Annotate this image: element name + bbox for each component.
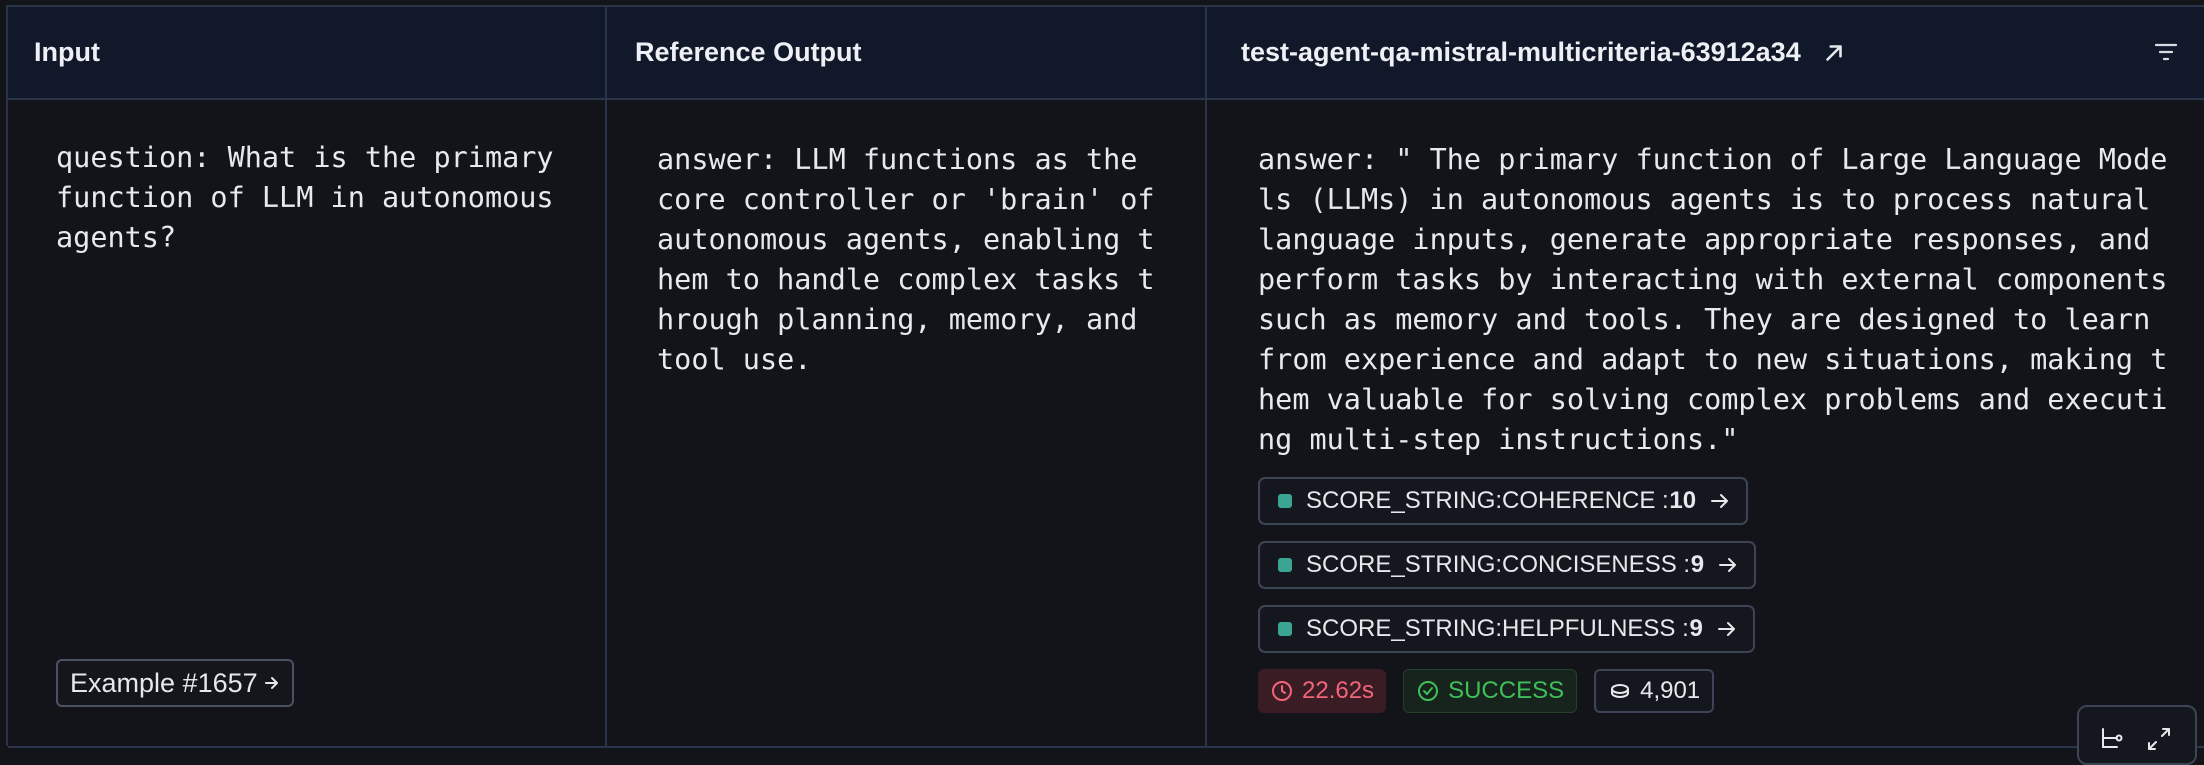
tree-icon[interactable]	[2097, 725, 2125, 753]
example-label: Example #1657	[70, 667, 258, 698]
score-status-dot	[1278, 494, 1292, 508]
score-value: 9	[1689, 615, 1703, 642]
column-header-run[interactable]: test-agent-qa-mistral-multicriteria-6391…	[1241, 7, 1847, 98]
score-pill-helpfulness[interactable]: SCORE_STRING:HELPFULNESS : 9	[1258, 605, 1755, 653]
arrow-right-icon	[1719, 558, 1737, 572]
score-status-dot	[1278, 558, 1292, 572]
score-status-dot	[1278, 622, 1292, 636]
input-cell-text: question: What is the primary function o…	[56, 141, 554, 254]
score-name: SCORE_STRING:HELPFULNESS :	[1306, 615, 1696, 642]
token-count-value: 4,901	[1640, 677, 1701, 704]
run-metadata: 22.62s SUCCESS 4,901	[1258, 669, 1715, 713]
status-value: SUCCESS	[1448, 677, 1565, 704]
latency-value: 22.62s	[1302, 677, 1375, 704]
reference-output-cell-text: answer: LLM functions as the core contro…	[657, 143, 1155, 376]
column-divider	[1205, 7, 1207, 748]
score-value: 9	[1690, 551, 1705, 578]
score-value: 10	[1669, 487, 1697, 514]
clock-icon	[1272, 681, 1292, 701]
row-divider	[8, 746, 2204, 748]
score-label: SCORE_STRING:HELPFULNESS : 9	[1306, 615, 1703, 643]
arrow-right-icon	[1717, 622, 1735, 636]
arrow-up-right-icon[interactable]	[1821, 40, 1847, 66]
score-pill-conciseness[interactable]: SCORE_STRING:CONCISENESS : 9	[1258, 541, 1757, 589]
score-name: SCORE_STRING:COHERENCE :	[1306, 487, 1676, 514]
score-name: SCORE_STRING:CONCISENESS :	[1306, 551, 1697, 578]
column-divider	[605, 7, 607, 748]
score-pill-coherence[interactable]: SCORE_STRING:COHERENCE : 10	[1258, 477, 1749, 525]
latency-badge: 22.62s	[1258, 669, 1387, 713]
run-name-label[interactable]: test-agent-qa-mistral-multicriteria-6391…	[1241, 37, 1801, 68]
score-label: SCORE_STRING:CONCISENESS : 9	[1306, 551, 1704, 579]
check-circle-icon	[1418, 681, 1439, 701]
table-header: Input Reference Output test-agent-qa-mis…	[8, 7, 2204, 100]
status-badge: SUCCESS	[1403, 669, 1578, 713]
arrow-right-icon	[1711, 494, 1729, 508]
expand-icon[interactable]	[2145, 725, 2173, 753]
arrow-right-icon	[264, 677, 278, 689]
score-label: SCORE_STRING:COHERENCE : 10	[1306, 487, 1696, 515]
example-link-button[interactable]: Example #1657	[56, 659, 294, 707]
run-output-cell-text: answer: " The primary function of Large …	[1258, 143, 2168, 456]
column-header-reference-output[interactable]: Reference Output	[635, 7, 862, 98]
runs-table: Input Reference Output test-agent-qa-mis…	[6, 5, 2204, 748]
view-controls-panel	[2077, 705, 2197, 765]
token-count-badge[interactable]: 4,901	[1594, 669, 1715, 713]
table-row[interactable]: question: What is the primary function o…	[8, 100, 2204, 748]
filter-lines-icon[interactable]	[2154, 41, 2178, 63]
column-header-input[interactable]: Input	[34, 7, 100, 98]
coins-icon	[1611, 684, 1630, 699]
